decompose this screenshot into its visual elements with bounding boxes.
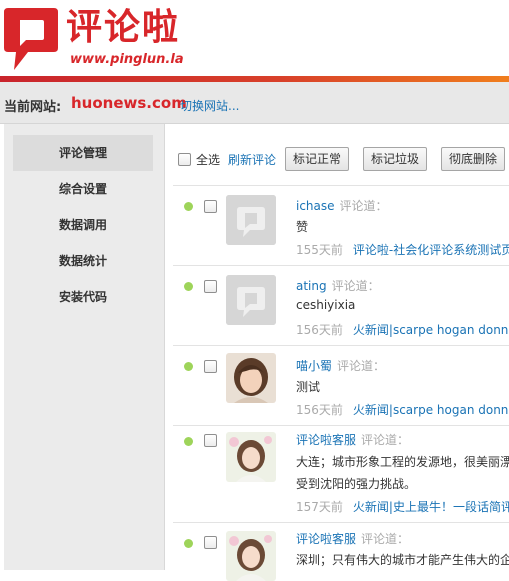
- sidebar-item-data-call[interactable]: 数据调用: [13, 207, 153, 243]
- avatar: [226, 353, 276, 403]
- comment-time: 156天前: [296, 323, 343, 337]
- switch-site-link[interactable]: 切换网站...: [180, 97, 239, 114]
- header: 评论啦 www.pinglun.la: [0, 0, 509, 76]
- comment-text: 赞: [296, 220, 309, 234]
- status-dot: [184, 282, 193, 291]
- avatar: [226, 195, 276, 245]
- username-text[interactable]: 评论啦客服: [296, 433, 356, 447]
- comment-username[interactable]: 喵小蜀 评论道：: [296, 357, 385, 374]
- comment-page-link[interactable]: 火新闻|史上最牛！一段话简评: [353, 500, 509, 514]
- comment-checkbox[interactable]: [204, 536, 217, 549]
- comment-username[interactable]: 评论啦客服 评论道：: [296, 431, 409, 448]
- comment-meta: 156天前 火新闻|scarpe hogan donna: [296, 321, 509, 338]
- select-all-checkbox[interactable]: [178, 153, 191, 166]
- comment-time: 155天前: [296, 243, 343, 257]
- avatar: [226, 275, 276, 325]
- user-photo-icon: [226, 432, 276, 482]
- site-bar: 当前网站: huonews.com 切换网站...: [0, 82, 509, 124]
- status-dot: [184, 437, 193, 446]
- comment-row: 评论啦客服 评论道： 深圳；只有伟大的城市才能产生伟大的企: [165, 522, 509, 581]
- mark-normal-button[interactable]: 标记正常: [285, 147, 350, 171]
- avatar: [226, 432, 276, 482]
- comment-username[interactable]: ating 评论道：: [296, 277, 380, 294]
- user-photo-icon: [226, 353, 276, 403]
- comment-page-link[interactable]: 评论啦-社会化评论系统测试页: [353, 243, 509, 257]
- says-label: 评论道：: [361, 532, 410, 546]
- current-site-label: 当前网站:: [4, 100, 62, 115]
- comment-checkbox[interactable]: [204, 280, 217, 293]
- comment-text-line: 受到沈阳的强力挑战。: [296, 477, 417, 491]
- brand-name: 评论啦: [66, 7, 181, 48]
- toolbar: 全选 刷新评论 标记正常 标记垃圾 彻底删除: [165, 144, 509, 174]
- username-text[interactable]: 喵小蜀: [296, 359, 332, 373]
- default-avatar-icon: [226, 195, 276, 245]
- refresh-comments-link[interactable]: 刷新评论: [228, 151, 276, 168]
- sidebar: 评论管理 综合设置 数据调用 数据统计 安装代码: [4, 124, 164, 570]
- comment-checkbox[interactable]: [204, 200, 217, 213]
- username-text[interactable]: ating: [296, 279, 327, 293]
- username-text[interactable]: 评论啦客服: [296, 532, 356, 546]
- sidebar-item-install-code[interactable]: 安装代码: [13, 279, 153, 315]
- comment-checkbox[interactable]: [204, 434, 217, 447]
- main-panel: 全选 刷新评论 标记正常 标记垃圾 彻底删除 ichase 评论道： 赞 155天…: [164, 124, 509, 581]
- sidebar-item-statistics[interactable]: 数据统计: [13, 243, 153, 279]
- sidebar-item-comment-management[interactable]: 评论管理: [13, 135, 153, 171]
- comment-checkbox[interactable]: [204, 360, 217, 373]
- comment-meta: 156天前 火新闻|scarpe hogan donna: [296, 401, 509, 418]
- comment-row: ating 评论道： ceshiyixia 156天前 火新闻|scarpe hog…: [165, 265, 509, 345]
- sidebar-item-general-settings[interactable]: 综合设置: [13, 171, 153, 207]
- avatar: [226, 531, 276, 581]
- says-label: 评论道：: [331, 279, 380, 293]
- comment-text: 深圳；只有伟大的城市才能产生伟大的企: [296, 553, 509, 567]
- comment-row: 评论啦客服 评论道： 大连；城市形象工程的发源地，很美丽漂 受到沈阳的强力挑战。 …: [165, 425, 509, 522]
- comment-username[interactable]: 评论啦客服 评论道：: [296, 530, 409, 547]
- status-dot: [184, 539, 193, 548]
- logo-icon: [4, 8, 58, 70]
- comment-text: ceshiyixia: [296, 298, 356, 312]
- current-site-name: huonews.com: [71, 94, 187, 112]
- comment-meta: 157天前 火新闻|史上最牛！一段话简评: [296, 498, 509, 515]
- comment-username[interactable]: ichase 评论道：: [296, 197, 388, 214]
- says-label: 评论道：: [361, 433, 410, 447]
- delete-button[interactable]: 彻底删除: [441, 147, 506, 171]
- comment-text-line: 大连；城市形象工程的发源地，很美丽漂: [296, 455, 509, 469]
- says-label: 评论道：: [339, 199, 388, 213]
- comment-time: 156天前: [296, 403, 343, 417]
- comment-page-link[interactable]: 火新闻|scarpe hogan donna: [353, 323, 509, 337]
- brand-url: www.pinglun.la: [70, 52, 184, 67]
- default-avatar-icon: [226, 275, 276, 325]
- comment-row: 喵小蜀 评论道： 测试 156天前 火新闻|scarpe hogan donna: [165, 345, 509, 425]
- mark-spam-button[interactable]: 标记垃圾: [363, 147, 428, 171]
- comment-row: ichase 评论道： 赞 155天前 评论啦-社会化评论系统测试页: [165, 185, 509, 265]
- comment-meta: 155天前 评论啦-社会化评论系统测试页: [296, 241, 509, 258]
- status-dot: [184, 202, 193, 211]
- comment-time: 157天前: [296, 500, 343, 514]
- user-photo-icon: [226, 531, 276, 581]
- comment-page-link[interactable]: 火新闻|scarpe hogan donna: [353, 403, 509, 417]
- status-dot: [184, 362, 193, 371]
- select-all-label: 全选: [196, 153, 221, 167]
- comment-text: 测试: [296, 380, 321, 394]
- username-text[interactable]: ichase: [296, 199, 335, 213]
- says-label: 评论道：: [337, 359, 386, 373]
